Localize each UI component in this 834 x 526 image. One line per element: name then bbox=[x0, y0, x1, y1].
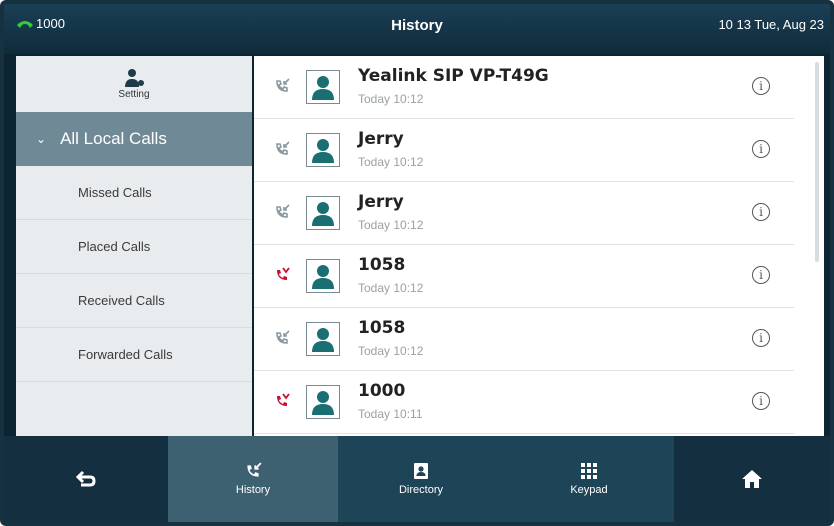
info-icon[interactable]: i bbox=[752, 140, 770, 158]
back-button[interactable] bbox=[4, 436, 168, 522]
setting-label: Setting bbox=[118, 89, 150, 100]
call-history-list[interactable]: Yealink SIP VP-T49G Today 10:12 i Jerry … bbox=[254, 56, 824, 436]
sidebar-item-label: Forwarded Calls bbox=[78, 347, 173, 362]
list-item[interactable]: Jerry Today 10:12 i bbox=[254, 182, 794, 245]
tab-label: Directory bbox=[398, 484, 443, 496]
sidebar-item-label: Placed Calls bbox=[78, 239, 151, 254]
call-time: Today 10:12 bbox=[358, 218, 424, 232]
avatar bbox=[306, 322, 340, 356]
tab-label: Keypad bbox=[570, 484, 608, 496]
scrollbar[interactable] bbox=[815, 62, 819, 262]
sidebar-item-placed-calls[interactable]: Placed Calls bbox=[16, 220, 252, 274]
call-time: Today 10:12 bbox=[358, 344, 424, 358]
incoming-call-icon bbox=[274, 330, 290, 351]
home-button[interactable] bbox=[674, 436, 830, 522]
person-gear-icon bbox=[125, 69, 144, 87]
call-time: Today 10:12 bbox=[358, 155, 424, 169]
avatar bbox=[306, 385, 340, 419]
list-item[interactable]: 1058 Today 10:12 i bbox=[254, 308, 794, 371]
sidebar-item-forwarded-calls[interactable]: Forwarded Calls bbox=[16, 328, 252, 382]
caller-name: Jerry bbox=[358, 129, 404, 149]
setting-button[interactable]: Setting bbox=[16, 56, 252, 112]
caller-name: Jerry bbox=[358, 192, 404, 212]
avatar bbox=[306, 70, 340, 104]
caller-name: Yealink SIP VP-T49G bbox=[358, 66, 549, 86]
avatar bbox=[306, 133, 340, 167]
sidebar-item-received-calls[interactable]: Received Calls bbox=[16, 274, 252, 328]
info-icon[interactable]: i bbox=[752, 392, 770, 410]
list-item[interactable]: Yealink SIP VP-T49G Today 10:12 i bbox=[254, 56, 794, 119]
call-time: Today 10:12 bbox=[358, 281, 424, 295]
sidebar-item-missed-calls[interactable]: Missed Calls bbox=[16, 166, 252, 220]
keypad-icon bbox=[581, 463, 597, 479]
info-icon[interactable]: i bbox=[752, 203, 770, 221]
phone-screen: 1000 History 10 13 Tue, Aug 23 Setting ⌄… bbox=[0, 0, 834, 526]
date-time: 10 13 Tue, Aug 23 bbox=[718, 17, 824, 32]
avatar bbox=[306, 259, 340, 293]
caller-name: 1058 bbox=[358, 318, 406, 338]
incoming-call-icon bbox=[274, 78, 290, 99]
sidebar-item-label: Missed Calls bbox=[78, 185, 152, 200]
incoming-call-icon bbox=[274, 204, 290, 225]
bottom-nav: History Directory Keypad bbox=[4, 436, 830, 522]
info-icon[interactable]: i bbox=[752, 77, 770, 95]
sidebar-item-label: Received Calls bbox=[78, 293, 165, 308]
missed-call-icon bbox=[274, 267, 290, 288]
missed-call-icon bbox=[274, 393, 290, 414]
list-item[interactable]: 1058 Today 10:12 i bbox=[254, 245, 794, 308]
avatar bbox=[306, 196, 340, 230]
tab-history[interactable]: History bbox=[168, 436, 338, 522]
list-item[interactable]: Jerry Today 10:12 i bbox=[254, 119, 794, 182]
caller-name: 1000 bbox=[358, 381, 406, 401]
caller-name: 1058 bbox=[358, 255, 406, 275]
back-arrow-icon bbox=[75, 470, 96, 487]
tab-keypad[interactable]: Keypad bbox=[504, 436, 674, 522]
info-icon[interactable]: i bbox=[752, 266, 770, 284]
page-title: History bbox=[391, 17, 443, 34]
tab-directory[interactable]: Directory bbox=[338, 436, 504, 522]
sidebar-item-all-local-calls[interactable]: ⌄ All Local Calls bbox=[16, 112, 252, 166]
sidebar: Setting ⌄ All Local Calls Missed Calls P… bbox=[16, 56, 252, 436]
contact-book-icon bbox=[414, 463, 428, 479]
tab-label: History bbox=[235, 484, 271, 496]
status-bar: 1000 History 10 13 Tue, Aug 23 bbox=[4, 4, 830, 54]
history-call-icon bbox=[247, 462, 262, 477]
call-time: Today 10:12 bbox=[358, 92, 424, 106]
home-icon bbox=[742, 470, 762, 488]
list-item[interactable]: 1000 Today 10:11 i bbox=[254, 371, 794, 434]
call-time: Today 10:11 bbox=[358, 407, 423, 421]
sidebar-item-label: All Local Calls bbox=[60, 129, 167, 148]
info-icon[interactable]: i bbox=[752, 329, 770, 347]
incoming-call-icon bbox=[274, 141, 290, 162]
chevron-down-icon: ⌄ bbox=[36, 132, 47, 146]
